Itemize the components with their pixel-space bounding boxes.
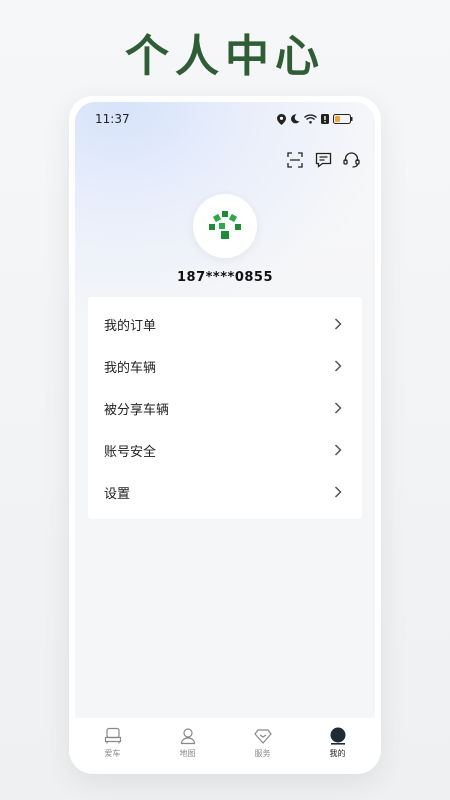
menu-item-label: 账号安全	[104, 444, 157, 460]
status-time: 11:37	[95, 112, 130, 126]
status-bar: 11:37	[75, 102, 375, 136]
customer-service-icon[interactable]	[341, 150, 361, 170]
tab-map[interactable]: 地图	[158, 727, 218, 759]
map-pin-icon	[180, 728, 195, 745]
profile-dot-icon	[330, 727, 345, 745]
menu-item-label: 被分享车辆	[104, 402, 170, 418]
wifi-icon	[304, 114, 317, 124]
diamond-icon	[253, 729, 272, 744]
moon-icon	[290, 114, 300, 124]
brand-logo-icon	[209, 211, 241, 239]
tab-label: 地图	[179, 749, 196, 758]
menu-item-shared-vehicles[interactable]: 被分享车辆	[88, 387, 362, 429]
tab-label: 爱车	[104, 749, 121, 758]
chevron-right-icon	[334, 318, 346, 330]
menu-item-label: 我的订单	[104, 318, 157, 334]
phone-frame: 11:37 187****0855 我的订单 我的车辆 被分享车辆 账号安全 设…	[69, 96, 381, 774]
chevron-right-icon	[334, 402, 346, 414]
notification-badge-icon	[321, 114, 329, 124]
user-phone: 187****0855	[176, 270, 273, 285]
tab-services[interactable]: 服务	[233, 727, 293, 759]
profile-menu: 我的订单 我的车辆 被分享车辆 账号安全 设置	[88, 297, 362, 519]
app-screen: 11:37 187****0855 我的订单 我的车辆 被分享车辆 账号安全 设…	[75, 102, 375, 768]
message-icon[interactable]	[313, 150, 333, 170]
scan-icon[interactable]	[285, 150, 305, 170]
menu-item-my-vehicles[interactable]: 我的车辆	[88, 345, 362, 387]
tab-my-car[interactable]: 爱车	[83, 727, 143, 759]
menu-item-label: 设置	[104, 486, 131, 502]
car-seat-icon	[104, 727, 121, 744]
page-headline: 个人中心	[125, 31, 325, 82]
tab-mine[interactable]: 我的	[308, 727, 368, 759]
avatar[interactable]	[193, 194, 257, 258]
chevron-right-icon	[334, 360, 346, 372]
top-action-bar	[285, 150, 361, 170]
location-icon	[277, 113, 286, 125]
menu-item-account-security[interactable]: 账号安全	[88, 429, 362, 471]
tab-label: 服务	[254, 749, 271, 758]
bottom-tab-bar: 爱车 地图 服务 我的	[75, 718, 375, 768]
menu-item-label: 我的车辆	[104, 360, 157, 376]
battery-icon	[333, 114, 353, 124]
chevron-right-icon	[334, 444, 346, 456]
menu-item-my-orders[interactable]: 我的订单	[88, 303, 362, 345]
tab-label: 我的	[329, 749, 346, 758]
menu-item-settings[interactable]: 设置	[88, 471, 362, 513]
chevron-right-icon	[334, 486, 346, 498]
